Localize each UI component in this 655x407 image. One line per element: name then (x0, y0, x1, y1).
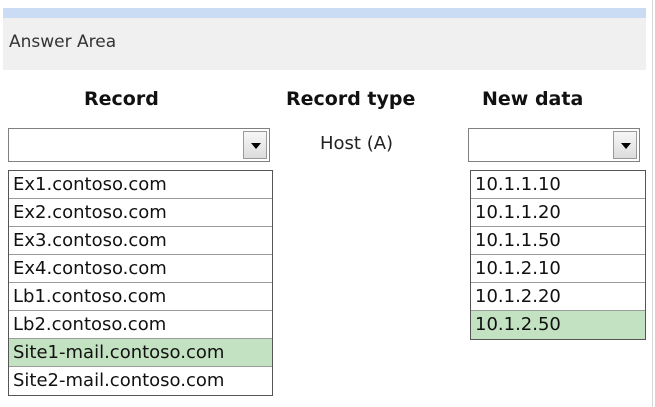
record-options-list: Ex1.contoso.com Ex2.contoso.com Ex3.contos… (8, 170, 273, 396)
record-column-heading: Record (84, 88, 159, 110)
record-type-column-heading: Record type (286, 88, 416, 110)
list-item[interactable]: 10.1.2.20 (471, 283, 645, 311)
list-item[interactable]: Ex4.contoso.com (9, 255, 272, 283)
list-item[interactable]: Site2-mail.contoso.com (9, 367, 272, 395)
top-strip (0, 0, 655, 8)
list-item[interactable]: Ex1.contoso.com (9, 171, 272, 199)
list-item[interactable]: 10.1.1.20 (471, 199, 645, 227)
list-item[interactable]: Ex2.contoso.com (9, 199, 272, 227)
list-item[interactable]: Ex3.contoso.com (9, 227, 272, 255)
record-dropdown-button[interactable] (243, 131, 267, 159)
chevron-down-icon (621, 143, 631, 149)
record-type-value: Host (A) (320, 133, 394, 154)
answer-area-title: Answer Area (9, 32, 117, 52)
new-data-options-list: 10.1.1.10 10.1.1.20 10.1.1.50 10.1.2.10 10.1… (470, 170, 646, 340)
list-item[interactable]: 10.1.2.50 (471, 311, 645, 339)
list-item[interactable]: Lb1.contoso.com (9, 283, 272, 311)
chevron-down-icon (251, 143, 261, 149)
answer-area-header: Answer Area (3, 18, 646, 70)
new-data-dropdown[interactable] (468, 128, 640, 162)
record-dropdown[interactable] (8, 128, 270, 162)
new-data-dropdown-button[interactable] (613, 131, 637, 159)
top-accent-bar (3, 8, 646, 18)
list-item[interactable]: Lb2.contoso.com (9, 311, 272, 339)
list-item[interactable]: 10.1.1.10 (471, 171, 645, 199)
list-item[interactable]: 10.1.2.10 (471, 255, 645, 283)
frame-border (652, 0, 653, 407)
list-item[interactable]: Site1-mail.contoso.com (9, 339, 272, 367)
new-data-column-heading: New data (482, 88, 584, 110)
list-item[interactable]: 10.1.1.50 (471, 227, 645, 255)
